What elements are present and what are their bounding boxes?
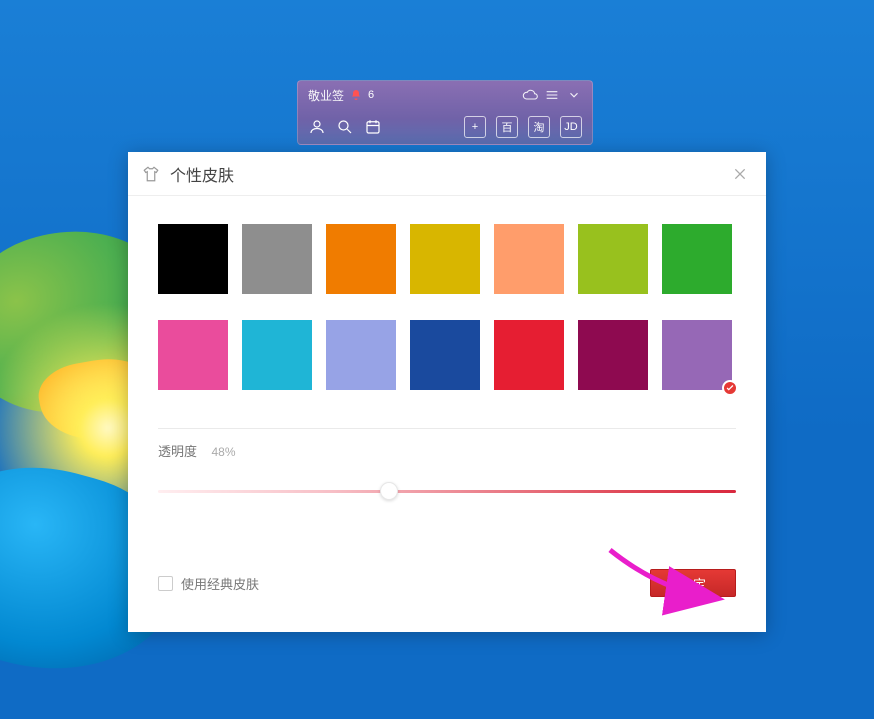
taobao-button[interactable]: 淘 xyxy=(528,116,550,138)
classic-skin-label: 使用经典皮肤 xyxy=(181,574,259,593)
search-icon[interactable] xyxy=(336,118,354,136)
confirm-button[interactable]: 确定 xyxy=(650,569,736,597)
check-icon xyxy=(722,380,738,396)
opacity-value: 48% xyxy=(211,445,235,459)
bell-icon xyxy=(350,89,362,101)
user-icon[interactable] xyxy=(308,118,326,136)
color-swatch[interactable] xyxy=(578,320,648,390)
dialog-header: 个性皮肤 xyxy=(128,152,766,196)
color-swatch[interactable] xyxy=(494,224,564,294)
close-icon[interactable] xyxy=(728,162,752,186)
slider-thumb[interactable] xyxy=(380,482,398,500)
color-swatch[interactable] xyxy=(410,320,480,390)
color-swatch[interactable] xyxy=(242,320,312,390)
skin-dialog: 个性皮肤 透明度 48% 使用经典皮肤 确定 xyxy=(128,152,766,632)
classic-skin-checkbox[interactable] xyxy=(158,576,173,591)
color-swatch[interactable] xyxy=(242,224,312,294)
cloud-icon[interactable] xyxy=(522,87,538,103)
shirt-icon xyxy=(142,165,160,183)
baidu-button[interactable]: 百 xyxy=(496,116,518,138)
color-swatch[interactable] xyxy=(158,320,228,390)
app-mini-panel: 敬业签 6 + 百 淘 JD xyxy=(297,80,593,145)
color-swatch[interactable] xyxy=(662,320,732,390)
jd-button[interactable]: JD xyxy=(560,116,582,138)
add-button[interactable]: + xyxy=(464,116,486,138)
color-swatch-grid xyxy=(128,196,766,424)
slider-track xyxy=(158,490,736,493)
opacity-slider[interactable] xyxy=(158,483,736,499)
dialog-title: 个性皮肤 xyxy=(170,162,234,186)
menu-icon[interactable] xyxy=(544,87,560,103)
calendar-icon[interactable] xyxy=(364,118,382,136)
color-swatch[interactable] xyxy=(158,224,228,294)
opacity-label: 透明度 xyxy=(158,441,197,460)
color-swatch[interactable] xyxy=(578,224,648,294)
color-swatch[interactable] xyxy=(326,320,396,390)
chevron-down-icon[interactable] xyxy=(566,87,582,103)
color-swatch[interactable] xyxy=(326,224,396,294)
color-swatch[interactable] xyxy=(494,320,564,390)
color-swatch[interactable] xyxy=(662,224,732,294)
app-name: 敬业签 xyxy=(308,87,344,104)
color-swatch[interactable] xyxy=(410,224,480,294)
notif-count: 6 xyxy=(368,89,374,101)
